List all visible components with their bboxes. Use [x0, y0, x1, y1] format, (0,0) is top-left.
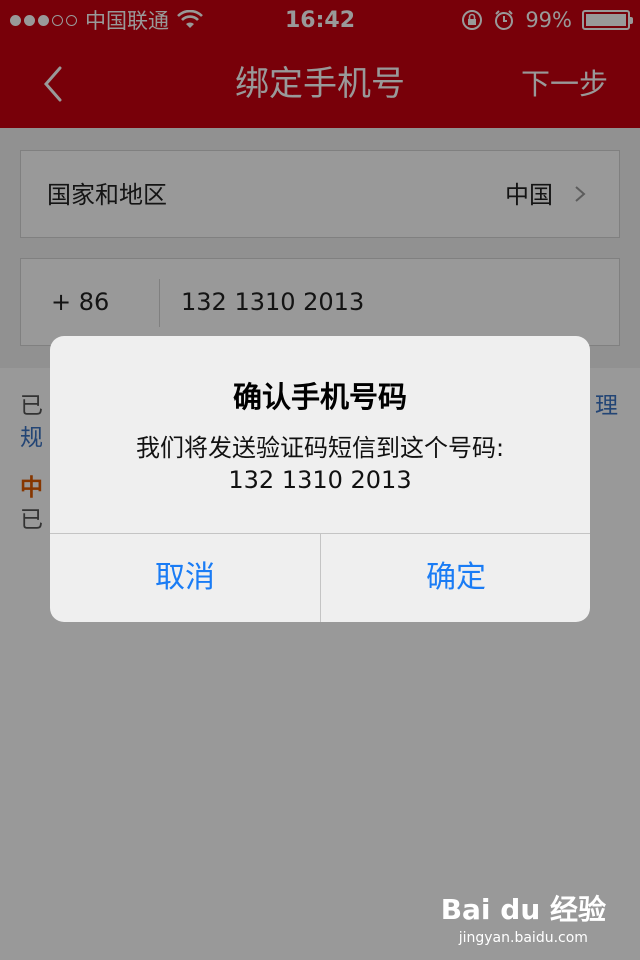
watermark-logo: Bai du 经验	[440, 893, 606, 926]
dialog-title: 确认手机号码	[232, 380, 407, 414]
cancel-button[interactable]: 取消	[50, 534, 320, 622]
dialog-phone-number: 132 1310 2013	[228, 466, 412, 494]
confirm-button[interactable]: 确定	[321, 534, 590, 622]
dialog-message: 我们将发送验证码短信到这个号码:	[135, 434, 505, 462]
watermark-url: jingyan.baidu.com	[458, 930, 588, 946]
baidu-jingyan-watermark: Bai du 经验 jingyan.baidu.com	[441, 888, 606, 946]
confirm-phone-dialog: 确认手机号码 我们将发送验证码短信到这个号码: 132 1310 2013 取消…	[50, 336, 590, 622]
